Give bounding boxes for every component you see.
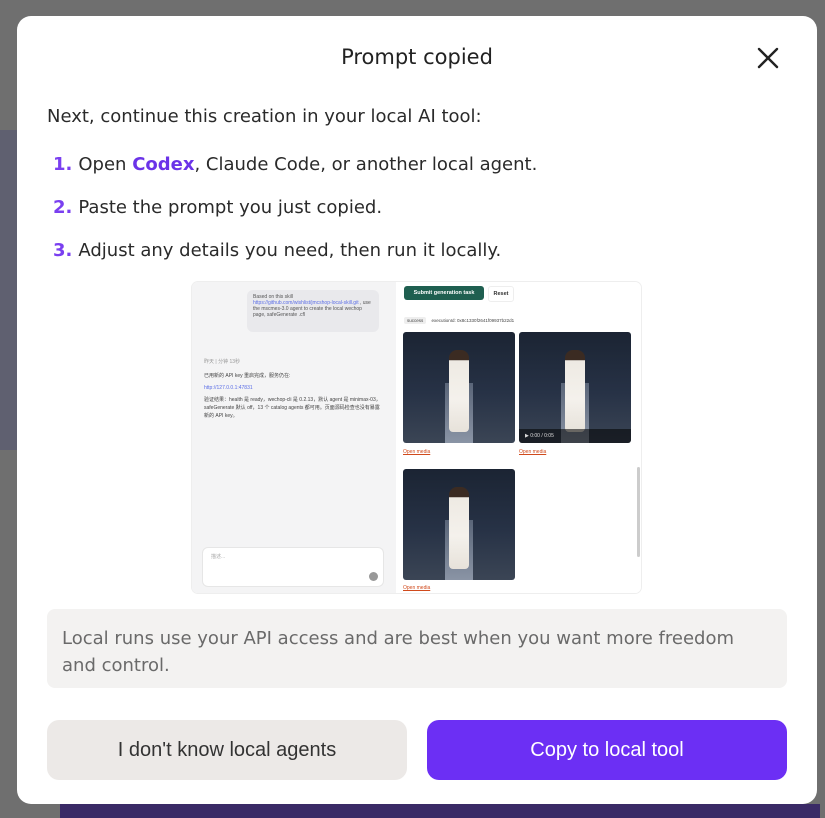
- codex-highlight: Codex: [132, 154, 195, 175]
- preview-open-media-link: Open media: [403, 449, 431, 455]
- local-runs-note: Local runs use your API access and are b…: [47, 609, 787, 688]
- preview-msg-line: 已用新的 API key 重启完成，服务仍在:: [204, 373, 291, 379]
- preview-agent-message: 昨天 | 分钟 13秒 已用新的 API key 重启完成，服务仍在: http…: [204, 358, 384, 420]
- step-text: , Claude Code, or another local agent.: [194, 154, 538, 175]
- preview-msg-time: 昨天 | 分钟 13秒: [204, 359, 241, 365]
- preview-scrollbar: [637, 467, 640, 557]
- background-edge: [0, 130, 18, 450]
- preview-open-media-link: Open media: [519, 449, 547, 455]
- step-number: 3.: [53, 240, 73, 261]
- intro-text: Next, continue this creation in your loc…: [47, 106, 482, 127]
- preview-submit-button: Submit generation task: [404, 286, 484, 300]
- step-3: 3. Adjust any details you need, then run …: [53, 240, 537, 283]
- step-number: 2.: [53, 197, 73, 218]
- preview-chat-panel: Based on this skill https://github.com/w…: [192, 282, 396, 593]
- close-button[interactable]: [757, 47, 779, 69]
- preview-media-image-2: [403, 469, 515, 580]
- preview-msg-detail: 验证结果：health 是 ready，wechop-cli 是 0.2.13，…: [204, 397, 381, 419]
- preview-open-media-link: Open media: [403, 585, 431, 591]
- preview-media-video: ▶ 0:00 / 0:05: [519, 332, 631, 443]
- video-time: 0:00 / 0:05: [530, 433, 554, 439]
- preview-input-placeholder: 描述...: [211, 554, 226, 560]
- dont-know-local-agents-button[interactable]: I don't know local agents: [47, 720, 407, 780]
- preview-screenshot: Based on this skill https://github.com/w…: [192, 282, 641, 593]
- send-icon: [369, 572, 378, 581]
- model-figure: [565, 350, 585, 432]
- preview-execution-id: executionId: 0x8c1330f2641f09937b22d1: [431, 318, 515, 323]
- copy-to-local-tool-button[interactable]: Copy to local tool: [427, 720, 787, 780]
- background-edge-bottom: [60, 804, 820, 818]
- dialog-title: Prompt copied: [341, 45, 493, 69]
- step-2: 2. Paste the prompt you just copied.: [53, 197, 537, 240]
- step-1: 1. Open Codex, Claude Code, or another lo…: [53, 154, 537, 197]
- model-figure: [449, 487, 469, 569]
- preview-media-image-1: [403, 332, 515, 443]
- step-text: Open: [78, 154, 133, 175]
- preview-status: success executionId: 0x8c1330f2641f09937…: [404, 317, 515, 324]
- steps-list: 1. Open Codex, Claude Code, or another lo…: [53, 154, 537, 283]
- preview-media-panel: Submit generation task Reset success exe…: [396, 282, 641, 593]
- step-number: 1.: [53, 154, 73, 175]
- model-figure: [449, 350, 469, 432]
- preview-status-chip: success: [404, 317, 427, 324]
- preview-input: 描述...: [202, 547, 384, 587]
- close-icon: [757, 47, 779, 69]
- video-controls: ▶ 0:00 / 0:05: [519, 429, 631, 443]
- preview-reset-button: Reset: [488, 286, 514, 302]
- step-text: Paste the prompt you just copied.: [78, 197, 383, 218]
- preview-user-bubble: Based on this skill https://github.com/w…: [247, 290, 379, 332]
- step-text: Adjust any details you need, then run it…: [78, 240, 502, 261]
- preview-msg-link: http://127.0.0.1:47831: [204, 385, 253, 391]
- prompt-copied-dialog: Prompt copied Next, continue this creati…: [17, 16, 817, 804]
